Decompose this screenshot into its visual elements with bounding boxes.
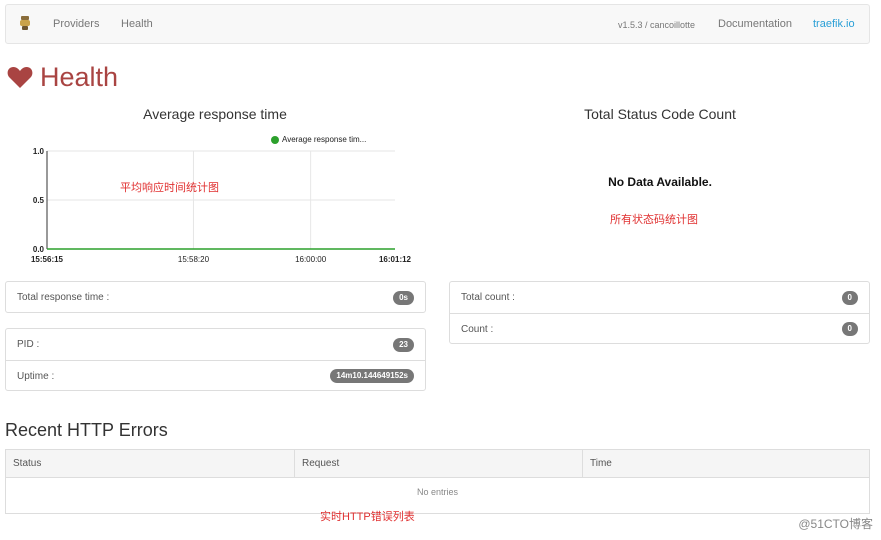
x-tick-label: 16:00:00 <box>295 255 327 264</box>
process-info-panel: PID : 23 Uptime : 14m10.144649152s <box>5 328 426 391</box>
empty-table-message: No entries <box>416 487 459 497</box>
column-header-status[interactable]: Status <box>6 450 294 477</box>
column-header-request[interactable]: Request <box>294 450 582 477</box>
nav-health-link[interactable]: Health <box>121 18 153 30</box>
pid-badge: 23 <box>393 337 414 352</box>
x-tick-label: 16:01:12 <box>379 255 412 264</box>
count-row: Count : 0 <box>450 313 869 344</box>
pid-label: PID : <box>17 339 40 350</box>
errors-annotation: 实时HTTP错误列表 <box>320 511 415 523</box>
x-tick-label: 15:58:20 <box>178 255 210 264</box>
page-title: Health <box>7 58 118 96</box>
column-header-time[interactable]: Time <box>582 450 869 477</box>
errors-section-title: Recent HTTP Errors <box>5 420 168 440</box>
pid-row: PID : 23 <box>6 329 425 360</box>
total-count-label: Total count : <box>461 292 515 303</box>
count-label: Count : <box>461 323 494 335</box>
total-response-time-panel: Total response time : 0s <box>5 281 426 313</box>
response-time-chart: 1.0 0.5 0.015:56:15 15:58:20 16:00:00 16:01:1… <box>31 147 412 264</box>
version-label: v1.5.3 / cancoillotte <box>618 20 696 30</box>
heart-icon <box>7 67 33 88</box>
y-tick-label: 0.0 <box>33 245 45 254</box>
count-badge: 0 <box>841 322 858 336</box>
nav-providers-link[interactable]: Providers <box>53 18 99 30</box>
nav-site-link[interactable]: traefik.io <box>813 18 855 30</box>
uptime-row: Uptime : 14m10.144649152s <box>6 360 425 391</box>
uptime-label: Uptime : <box>17 370 55 382</box>
top-navbar: Providers Health v1.5.3 / cancoillotte D… <box>5 4 870 44</box>
uptime-badge: 14m10.144649152s <box>330 369 414 383</box>
errors-table: Status Request Time No entries <box>5 449 870 514</box>
status-count-panel: Total count : 0 Count : 0 <box>449 281 870 344</box>
total-response-time-badge: 0s <box>393 290 414 305</box>
x-tick-label: 15:56:15 <box>31 255 64 264</box>
y-tick-label: 0.5 <box>33 196 45 205</box>
status-chart-title: Total Status Code Count <box>584 106 736 122</box>
total-count-row: Total count : 0 <box>450 282 869 313</box>
status-chart-annotation: 所有状态码统计图 <box>610 214 698 226</box>
response-chart-title: Average response time <box>143 106 287 122</box>
y-tick-label: 1.0 <box>33 147 45 156</box>
nav-documentation-link[interactable]: Documentation <box>718 18 792 30</box>
errors-table-header: Status Request Time <box>6 450 869 478</box>
no-data-message: No Data Available. <box>608 175 712 189</box>
total-response-time-row: Total response time : 0s <box>6 282 425 313</box>
page-title-text: Health <box>40 61 119 92</box>
response-chart-annotation: 平均响应时间统计图 <box>120 182 219 194</box>
traefik-logo-icon[interactable] <box>18 15 32 31</box>
total-count-badge: 0 <box>841 290 858 305</box>
total-response-time-label: Total response time : <box>17 292 110 303</box>
watermark: @51CTO博客 <box>798 517 873 531</box>
